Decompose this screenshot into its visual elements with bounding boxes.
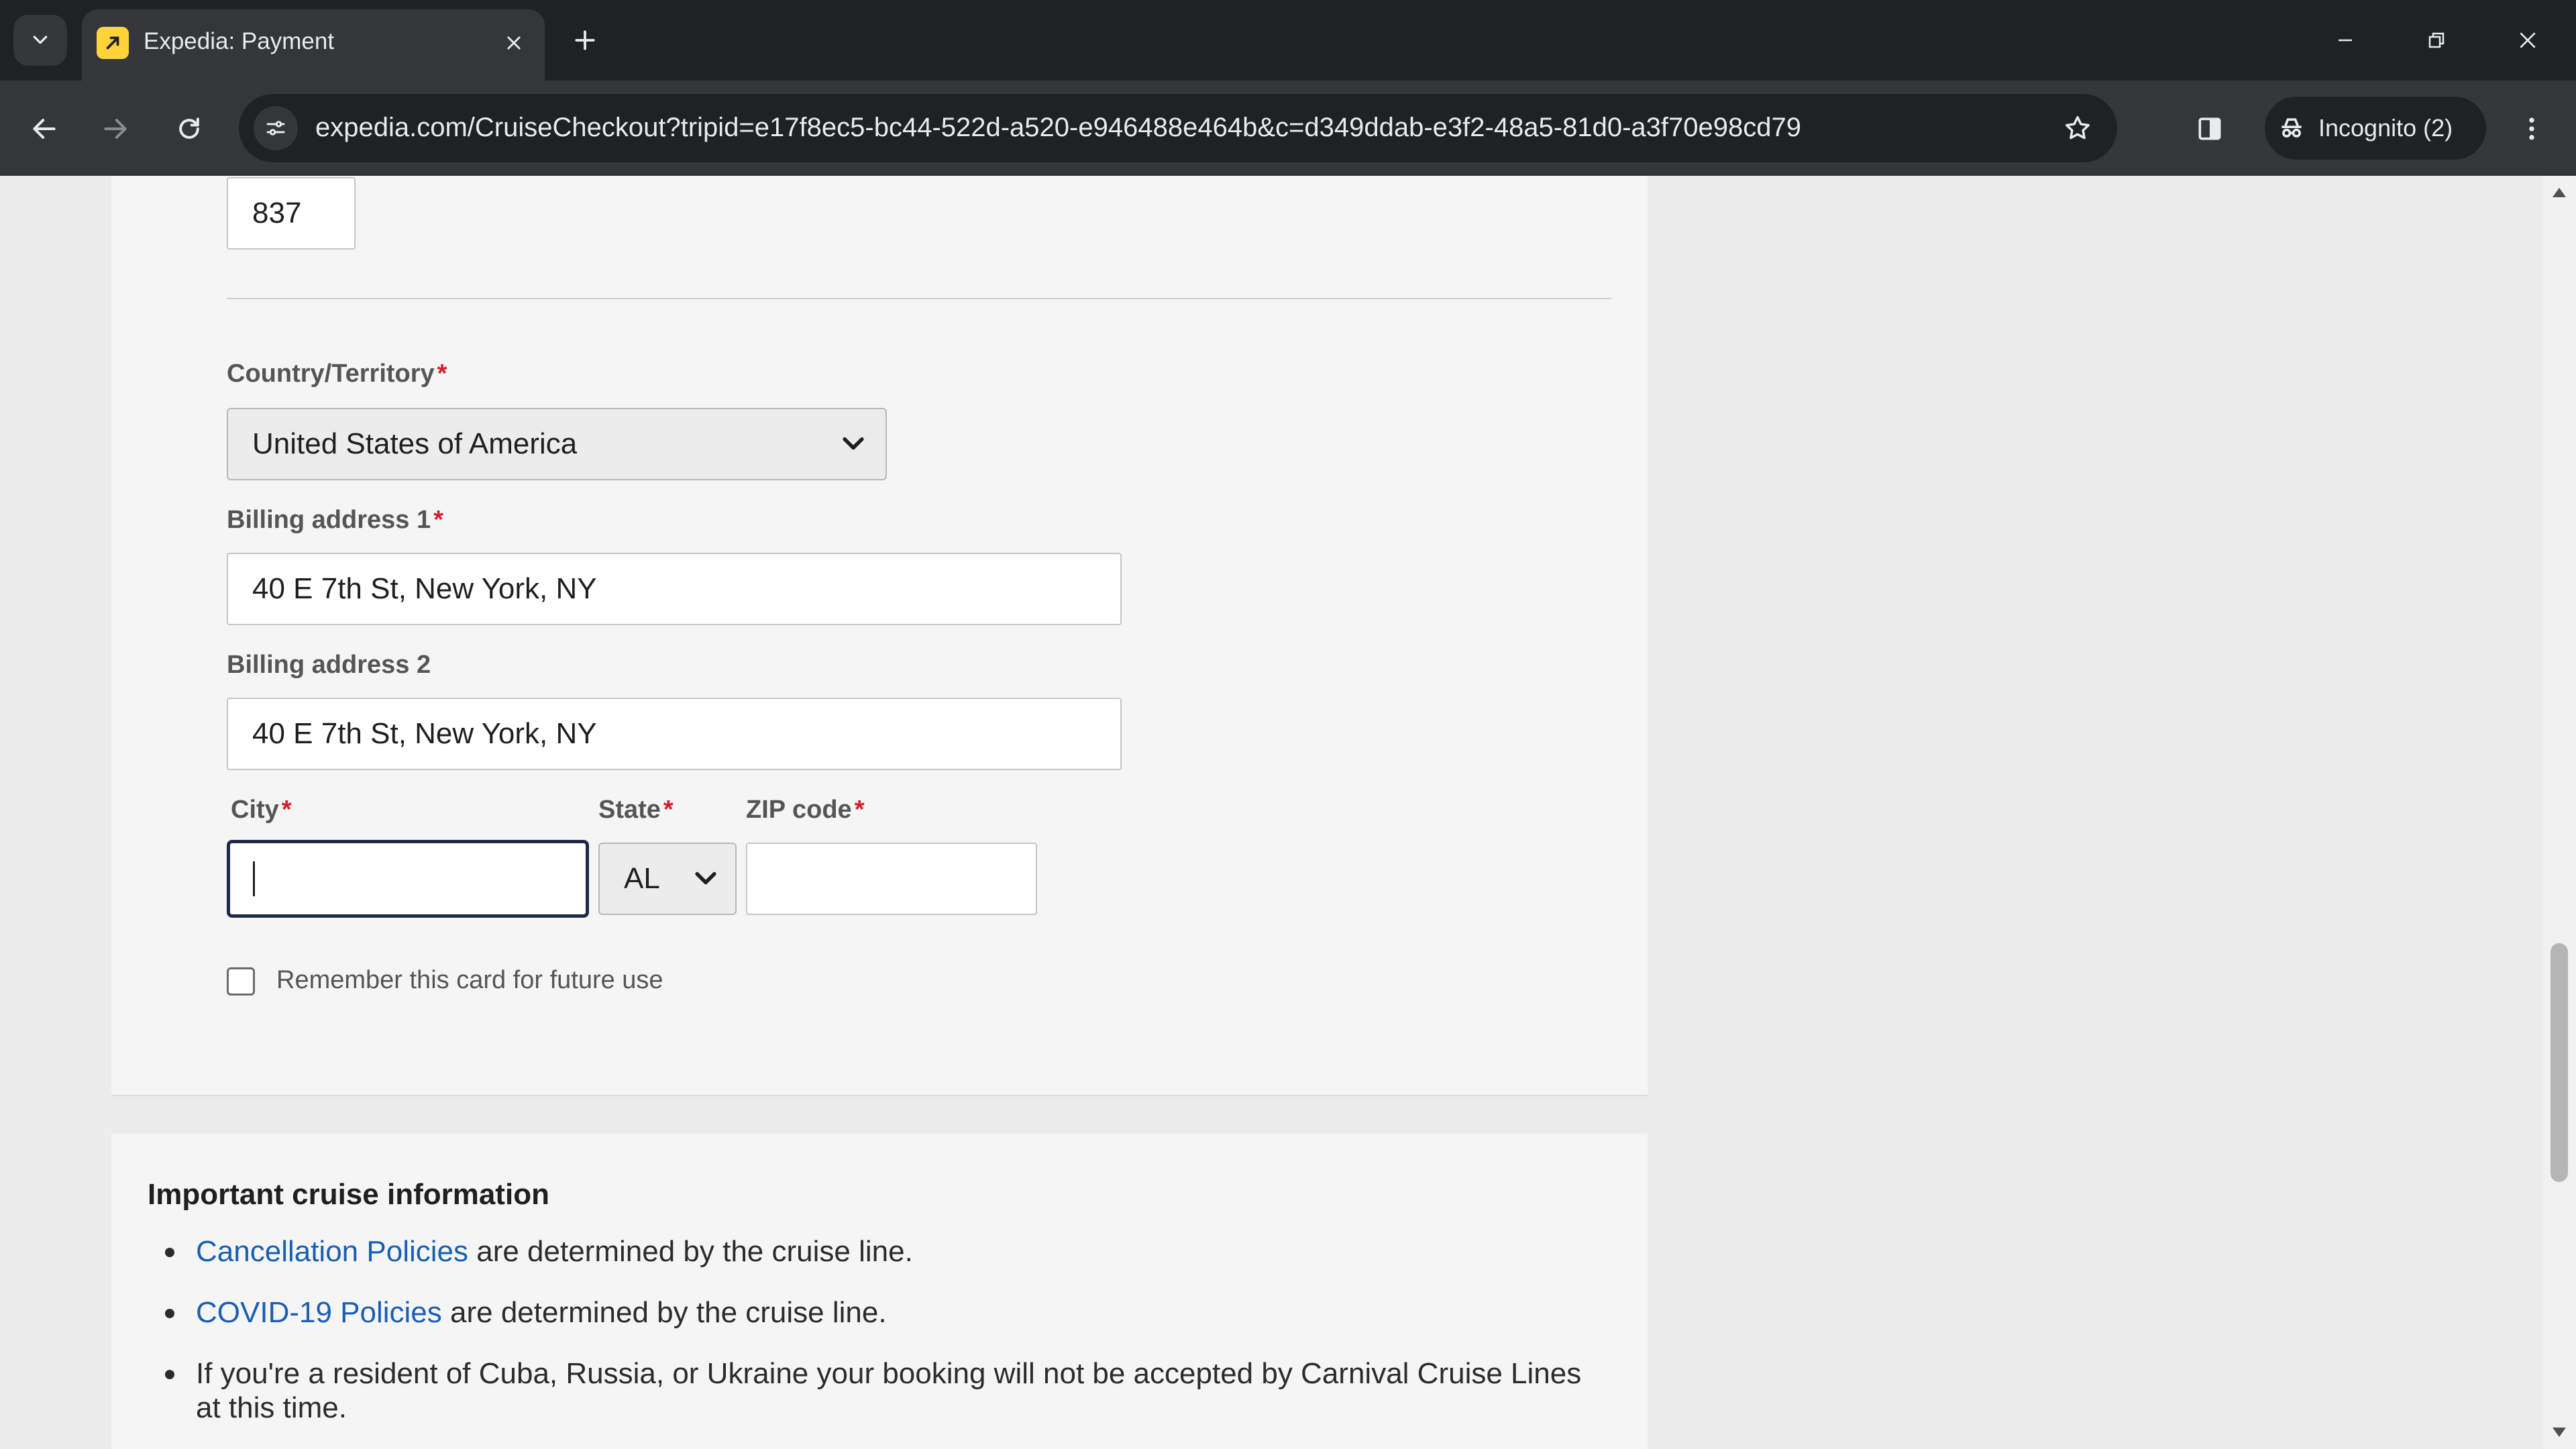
expedia-favicon-icon (97, 27, 129, 59)
state-value: AL (624, 862, 660, 895)
scroll-down-icon[interactable] (2553, 1428, 2566, 1437)
required-marker: * (663, 796, 674, 824)
billing-address-2-label: Billing address 2 (227, 651, 431, 679)
url-text: expedia.com/CruiseCheckout?tripid=e17f8e… (315, 113, 1801, 142)
required-marker: * (854, 796, 865, 824)
cruise-info-list: Cancellation Policies are determined by … (148, 1234, 1590, 1449)
site-info-button[interactable] (254, 106, 298, 150)
address-bar[interactable]: expedia.com/CruiseCheckout?tripid=e17f8e… (239, 94, 2117, 162)
state-label: State * (598, 796, 674, 824)
page-viewport: 837 Country/Territory * United States of … (0, 176, 2542, 1449)
city-input[interactable] (227, 840, 589, 918)
more-vert-icon (2529, 117, 2534, 140)
incognito-label: Incognito (2) (2318, 114, 2453, 142)
star-icon (2065, 115, 2090, 140)
close-window-button[interactable] (2501, 13, 2555, 67)
incognito-icon (2282, 118, 2302, 138)
chevron-down-icon (695, 871, 716, 885)
reload-icon (179, 117, 199, 139)
billing-address-1-label: Billing address 1 * (227, 506, 443, 534)
list-item-text: are determined by the cruise line. (441, 1296, 887, 1329)
country-select[interactable]: United States of America (227, 408, 887, 480)
tune-icon (266, 121, 285, 136)
incognito-indicator[interactable]: Incognito (2) (2265, 97, 2486, 160)
list-item: Cancellation Policies are determined by … (148, 1234, 1590, 1269)
required-marker: * (433, 506, 443, 534)
bookmark-button[interactable] (2057, 107, 2098, 149)
list-item: If you're a resident of Cuba, Russia, or… (148, 1356, 1590, 1425)
covid-policies-link[interactable]: COVID-19 Policies (196, 1296, 442, 1329)
close-tab-button[interactable] (495, 24, 533, 62)
bullet-icon (165, 1248, 174, 1257)
scrollbar-thumb[interactable] (2551, 943, 2568, 1182)
list-item-text: If you're a resident of Cuba, Russia, or… (196, 1357, 1582, 1424)
close-icon (2520, 32, 2536, 48)
arrow-right-icon (104, 119, 127, 139)
list-item: COVID-19 Policies are determined by the … (148, 1295, 1590, 1330)
browser-tabstrip: Expedia: Payment (0, 0, 2576, 80)
required-marker: * (437, 360, 447, 388)
browser-tab-active[interactable]: Expedia: Payment (82, 9, 545, 80)
payment-form-card: 837 Country/Territory * United States of … (111, 176, 1648, 1096)
plus-icon (575, 30, 595, 50)
required-marker: * (281, 796, 292, 824)
bullet-icon (165, 1309, 174, 1318)
zip-label: ZIP code * (746, 796, 865, 824)
country-label: Country/Territory * (227, 360, 447, 388)
restore-window-button[interactable] (2410, 13, 2463, 67)
chevron-down-icon (33, 36, 48, 44)
cancellation-policies-link[interactable]: Cancellation Policies (196, 1235, 468, 1268)
reload-button[interactable] (164, 103, 215, 154)
tab-search-button[interactable] (13, 15, 67, 66)
state-select[interactable]: AL (598, 843, 737, 915)
billing-address-2-input[interactable]: 40 E 7th St, New York, NY (227, 698, 1122, 770)
minimize-window-button[interactable] (2318, 13, 2372, 67)
security-code-input[interactable]: 837 (227, 177, 356, 250)
billing-address-2-value: 40 E 7th St, New York, NY (252, 717, 597, 750)
remember-card-checkbox[interactable] (227, 967, 255, 996)
tab-title: Expedia: Payment (144, 28, 335, 54)
arrow-left-icon (33, 119, 56, 139)
cruise-info-title: Important cruise information (148, 1178, 549, 1211)
section-divider (227, 298, 1611, 299)
browser-toolbar: expedia.com/CruiseCheckout?tripid=e17f8e… (0, 80, 2576, 176)
zip-input[interactable] (746, 843, 1037, 915)
page-scrollbar[interactable] (2542, 176, 2576, 1449)
back-button[interactable] (19, 103, 70, 154)
cruise-info-card: Important cruise information Cancellatio… (111, 1134, 1648, 1449)
text-cursor (253, 861, 255, 896)
country-value: United States of America (252, 427, 578, 460)
chevron-down-icon (843, 437, 864, 450)
bullet-icon (165, 1370, 174, 1379)
scroll-up-icon[interactable] (2553, 188, 2566, 197)
forward-button[interactable] (90, 103, 141, 154)
browser-menu-button[interactable] (2506, 103, 2557, 154)
billing-address-1-input[interactable]: 40 E 7th St, New York, NY (227, 553, 1122, 625)
city-label: City * (231, 796, 292, 824)
remember-card-label[interactable]: Remember this card for future use (276, 966, 663, 995)
side-panel-icon (2198, 117, 2221, 140)
minimize-icon (2339, 39, 2352, 42)
billing-address-1-value: 40 E 7th St, New York, NY (252, 572, 597, 605)
close-icon (507, 36, 521, 50)
new-tab-button[interactable] (564, 19, 606, 62)
restore-icon (2428, 32, 2445, 48)
list-item-text: are determined by the cruise line. (468, 1235, 913, 1268)
security-code-value: 837 (252, 197, 302, 229)
side-panel-button[interactable] (2184, 103, 2235, 154)
